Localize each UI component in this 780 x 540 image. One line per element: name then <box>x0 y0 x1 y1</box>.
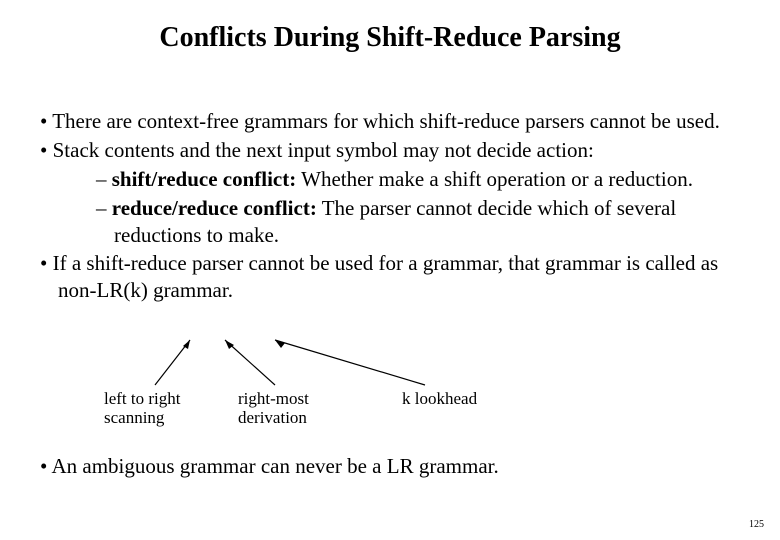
bullet-3: If a shift-reduce parser cannot be used … <box>36 250 756 304</box>
bullet-2b-label: reduce/reduce conflict: <box>112 196 317 220</box>
arrow-right-line <box>275 340 425 385</box>
bullet-2a-label: shift/reduce conflict: <box>112 167 297 191</box>
bullet-1: There are context-free grammars for whic… <box>36 108 756 135</box>
final-bullet: An ambiguous grammar can never be a LR g… <box>36 454 756 479</box>
bullet-2a-rest: Whether make a shift operation or a redu… <box>296 167 693 191</box>
annotation-left-line2: scanning <box>104 408 164 427</box>
final-bullet-wrap: An ambiguous grammar can never be a LR g… <box>36 454 756 481</box>
arrows-svg <box>60 335 490 390</box>
annotation-left-line1: left to right <box>104 389 180 408</box>
page-number: 125 <box>749 519 764 530</box>
annotation-mid: right-most derivation <box>238 390 358 427</box>
bullet-list: There are context-free grammars for whic… <box>36 108 756 306</box>
bullet-2: Stack contents and the next input symbol… <box>36 137 756 164</box>
slide: Conflicts During Shift-Reduce Parsing Th… <box>0 0 780 540</box>
annotation-right: k lookhead <box>402 390 542 409</box>
slide-title: Conflicts During Shift-Reduce Parsing <box>0 22 780 54</box>
arrow-mid-line <box>225 340 275 385</box>
annotation-right-text: k lookhead <box>402 389 477 408</box>
bullet-2b: reduce/reduce conflict: The parser canno… <box>36 195 756 249</box>
annotation-mid-line1: right-most <box>238 389 309 408</box>
annotation-left: left to right scanning <box>104 390 224 427</box>
bullet-2a: shift/reduce conflict: Whether make a sh… <box>36 166 756 193</box>
annotation-mid-line2: derivation <box>238 408 307 427</box>
